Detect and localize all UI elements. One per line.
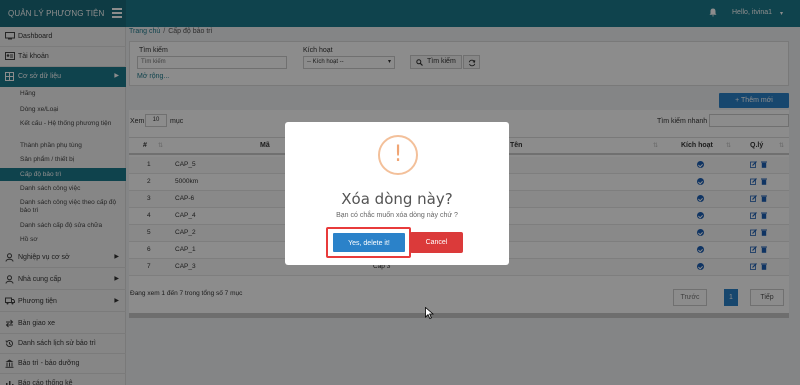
cancel-button[interactable]: Cancel bbox=[410, 232, 463, 253]
dialog-title: Xóa dòng này? bbox=[341, 190, 453, 208]
warning-icon: ! bbox=[378, 135, 418, 175]
mouse-cursor-icon bbox=[425, 307, 434, 319]
confirm-delete-button[interactable]: Yes, delete it! bbox=[332, 232, 406, 253]
dialog-message: Bạn có chắc muốn xóa dòng này chứ ? bbox=[336, 212, 458, 219]
